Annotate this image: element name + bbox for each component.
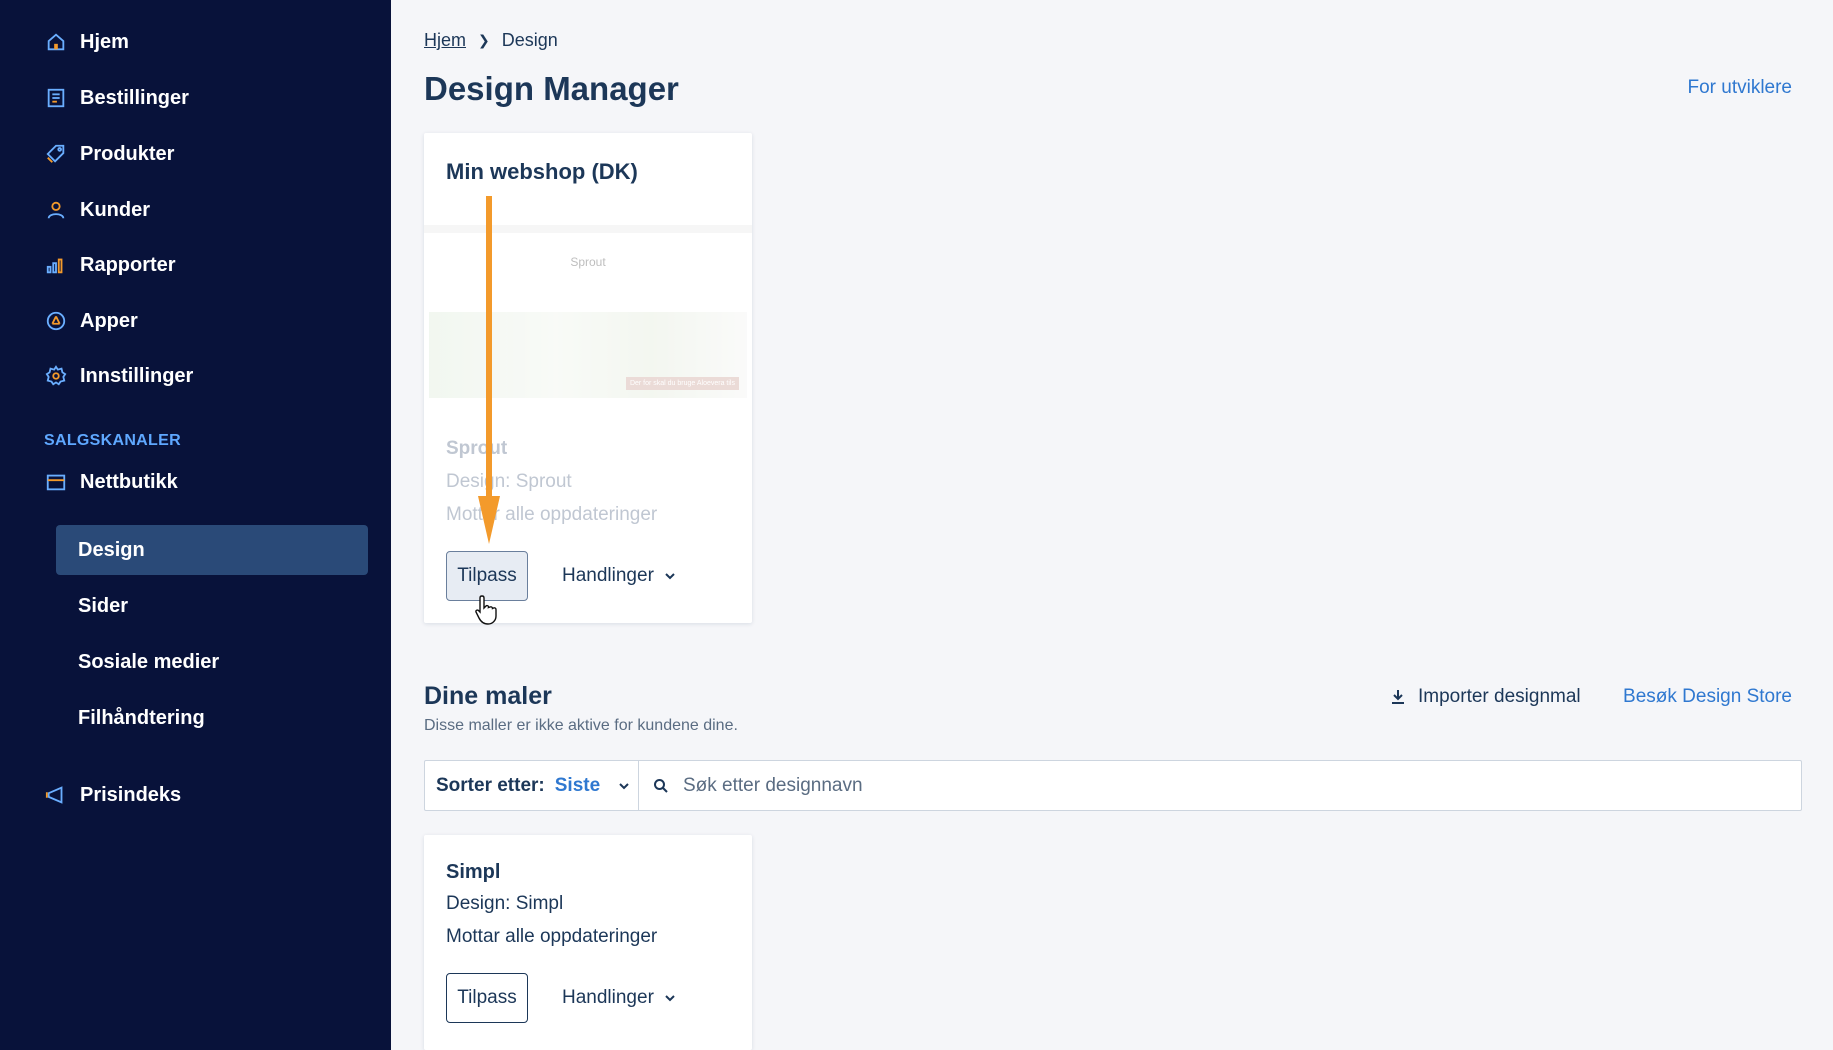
search-icon bbox=[654, 778, 668, 793]
actions-label: Handlinger bbox=[562, 987, 654, 1008]
theme-design-line: Design: Sprout bbox=[446, 471, 572, 492]
orders-icon bbox=[44, 86, 68, 110]
template-updates-line: Mottar alle oppdateringer bbox=[446, 926, 658, 947]
sidebar-item-prisindeks[interactable]: Prisindeks bbox=[44, 775, 181, 815]
sidebar-item-rapporter[interactable]: Rapporter bbox=[44, 245, 176, 285]
template-actions-dropdown[interactable]: Handlinger bbox=[562, 973, 676, 1023]
import-template-label: Importer designmal bbox=[1418, 686, 1581, 707]
gear-icon bbox=[44, 364, 68, 388]
sidebar-subitem-sider[interactable]: Sider bbox=[56, 581, 368, 631]
templates-subtitle: Disse maller er ikke aktive for kundene … bbox=[424, 717, 738, 734]
store-icon bbox=[44, 470, 68, 494]
megaphone-icon bbox=[44, 783, 68, 807]
sidebar-item-produkter[interactable]: Produkter bbox=[44, 134, 174, 174]
import-template-button[interactable]: Importer designmal bbox=[1390, 686, 1581, 708]
templates-toolbar: Sorter etter: Siste bbox=[424, 760, 1802, 811]
preview-brand: Sprout bbox=[570, 255, 606, 269]
home-icon bbox=[44, 30, 68, 54]
download-icon bbox=[1392, 690, 1404, 704]
active-shop-card: Min webshop (DK) Sprout Der for skal du … bbox=[424, 133, 752, 623]
template-customize-button[interactable]: Tilpass bbox=[446, 973, 528, 1023]
sidebar-subitem-filhandtering[interactable]: Filhåndtering bbox=[56, 693, 368, 743]
sidebar-item-label: Hjem bbox=[80, 30, 129, 53]
preview-hero-image: Der for skal du bruge Aloevera tils bbox=[429, 312, 747, 398]
sidebar: Hjem Bestillinger Produkter Kunder Rappo… bbox=[0, 0, 391, 1050]
template-design-line: Design: Simpl bbox=[446, 893, 564, 914]
templates-title: Dine maler bbox=[424, 682, 552, 710]
design-store-link[interactable]: Besøk Design Store bbox=[1623, 686, 1792, 708]
sidebar-item-label: Bestillinger bbox=[80, 86, 189, 109]
sidebar-item-innstillinger[interactable]: Innstillinger bbox=[44, 356, 193, 396]
sidebar-item-apper[interactable]: Apper bbox=[44, 301, 138, 341]
sort-value: Siste bbox=[554, 774, 601, 796]
sidebar-item-label: Kunder bbox=[80, 198, 150, 221]
actions-label: Handlinger bbox=[562, 565, 654, 586]
shop-title: Min webshop (DK) bbox=[446, 159, 638, 184]
chevron-down-icon bbox=[665, 995, 675, 1002]
sidebar-item-label: Rapporter bbox=[80, 253, 176, 276]
sales-channels-heading: SALGSKANALER bbox=[44, 432, 181, 449]
breadcrumb-home-link[interactable]: Hjem bbox=[424, 30, 466, 51]
hand-cursor-icon bbox=[475, 595, 497, 625]
sidebar-item-hjem[interactable]: Hjem bbox=[44, 22, 129, 62]
preview-hero-badge: Der for skal du bruge Aloevera tils bbox=[625, 377, 739, 390]
breadcrumb-current: Design bbox=[501, 30, 558, 50]
sidebar-item-label: Prisindeks bbox=[80, 783, 182, 806]
tag-icon bbox=[44, 142, 68, 166]
template-card: Simpl Design: Simpl Mottar alle oppdater… bbox=[424, 835, 752, 1050]
search-box bbox=[639, 761, 1801, 810]
sidebar-item-bestillinger[interactable]: Bestillinger bbox=[44, 78, 189, 118]
sidebar-item-nettbutikk[interactable]: Nettbutikk bbox=[44, 462, 178, 502]
sort-dropdown[interactable]: Sorter etter: Siste bbox=[425, 761, 639, 810]
sidebar-item-label: Innstillinger bbox=[80, 364, 194, 387]
arrow-down-icon bbox=[478, 196, 500, 544]
actions-dropdown[interactable]: Handlinger bbox=[562, 551, 676, 601]
breadcrumb: Hjem ❯ Design bbox=[424, 30, 558, 51]
search-input[interactable] bbox=[683, 774, 1583, 797]
user-icon bbox=[44, 198, 68, 222]
sidebar-subitem-design[interactable]: Design bbox=[56, 525, 368, 575]
sidebar-item-label: Apper bbox=[80, 309, 138, 332]
apps-icon bbox=[44, 309, 68, 333]
chevron-right-icon: ❯ bbox=[478, 32, 490, 48]
for-developers-link[interactable]: For utviklere bbox=[1687, 77, 1792, 99]
chevron-down-icon bbox=[665, 573, 675, 580]
sidebar-item-label: Produkter bbox=[80, 142, 175, 165]
page-title: Design Manager bbox=[424, 70, 679, 107]
chevron-down-icon bbox=[619, 782, 629, 789]
sidebar-item-kunder[interactable]: Kunder bbox=[44, 190, 150, 230]
sort-label: Sorter etter: bbox=[436, 774, 545, 796]
template-name: Simpl bbox=[446, 861, 501, 883]
sidebar-item-label: Nettbutikk bbox=[80, 470, 178, 493]
sidebar-subitem-sosiale-medier[interactable]: Sosiale medier bbox=[56, 637, 368, 687]
chart-icon bbox=[44, 253, 68, 277]
